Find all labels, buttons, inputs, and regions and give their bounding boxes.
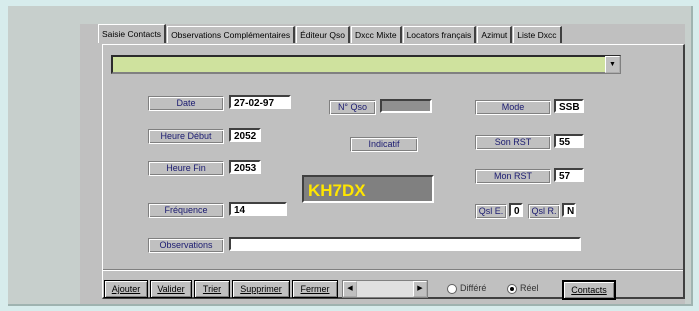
tab-observations[interactable]: Observations Complémentaires (167, 26, 296, 43)
heure-debut-label: Heure Début (148, 129, 224, 144)
logbook-window: Saisie Contacts Observations Complémenta… (80, 24, 685, 304)
mode-label: Mode (475, 100, 551, 115)
supprimer-button[interactable]: Supprimer (232, 280, 290, 298)
son-rst-label: Son RST (475, 135, 551, 150)
scroll-left-icon[interactable]: ◀ (343, 281, 357, 297)
mode-field[interactable]: SSB (554, 99, 584, 113)
trier-label: Trier (202, 284, 222, 294)
qsl-r-field[interactable]: N (562, 203, 576, 217)
radio-differe-label: Différé (460, 283, 487, 293)
contacts-label: Contacts (571, 285, 607, 295)
heure-fin-field[interactable]: 2053 (229, 160, 261, 174)
heure-debut-field[interactable]: 2052 (229, 128, 261, 142)
nqso-field (380, 99, 432, 113)
indicatif-label: Indicatif (350, 137, 418, 152)
qsl-e-label: Qsl E. (475, 204, 507, 219)
qsl-r-label: Qsl R. (528, 204, 560, 219)
radio-differe-icon (447, 283, 457, 294)
observations-label: Observations (148, 238, 224, 253)
valider-label: Valider (157, 284, 185, 294)
background-frame: Saisie Contacts Observations Complémenta… (8, 6, 693, 306)
fermer-button[interactable]: Fermer (292, 280, 338, 298)
son-rst-field[interactable]: 55 (554, 134, 584, 148)
tab-locators[interactable]: Locators français (402, 26, 477, 43)
tab-dxcc-mixte[interactable]: Dxcc Mixte (351, 26, 402, 43)
trier-button[interactable]: Trier (194, 280, 230, 298)
heure-fin-label: Heure Fin (148, 161, 224, 176)
radio-reel-label: Réel (520, 283, 539, 293)
nqso-label: N° Qso (329, 100, 376, 115)
tab-bar: Saisie Contacts Observations Complémenta… (98, 24, 563, 44)
date-field[interactable]: 27-02-97 (229, 95, 291, 109)
radio-reel-icon (507, 283, 517, 294)
contact-combo[interactable]: ▼ (111, 55, 621, 74)
contacts-button[interactable]: Contacts (562, 280, 616, 300)
tab-saisie-contacts[interactable]: Saisie Contacts (98, 24, 167, 43)
record-scrollbar[interactable]: ◀ ▶ (342, 280, 428, 298)
qsl-e-field[interactable]: 0 (509, 203, 523, 217)
radio-reel[interactable]: Réel (507, 282, 539, 294)
chevron-down-icon[interactable]: ▼ (605, 56, 620, 73)
supprimer-label: Supprimer (240, 284, 282, 294)
scroll-right-icon[interactable]: ▶ (413, 281, 427, 297)
tab-editeur-qso[interactable]: Éditeur Qso (296, 26, 351, 43)
fermer-label: Fermer (300, 284, 330, 294)
frequence-field[interactable]: 14 (229, 202, 287, 216)
tab-liste-dxcc[interactable]: Liste Dxcc (513, 26, 562, 43)
valider-button[interactable]: Valider (150, 280, 192, 298)
date-label: Date (148, 96, 224, 111)
mon-rst-label: Mon RST (475, 169, 551, 184)
observations-field[interactable] (229, 237, 581, 251)
frequence-label: Fréquence (148, 203, 224, 218)
saisie-contacts-panel: ▼ Date 27-02-97 Heure Début 2052 Heure F… (102, 44, 685, 299)
mon-rst-field[interactable]: 57 (554, 168, 584, 182)
ajouter-button[interactable]: Ajouter (104, 280, 148, 298)
indicatif-field[interactable]: KH7DX (302, 175, 434, 203)
tab-azimut[interactable]: Azimut (477, 26, 513, 43)
separator (103, 269, 683, 271)
radio-differe[interactable]: Différé (447, 282, 486, 294)
ajouter-label: Ajouter (111, 284, 141, 294)
